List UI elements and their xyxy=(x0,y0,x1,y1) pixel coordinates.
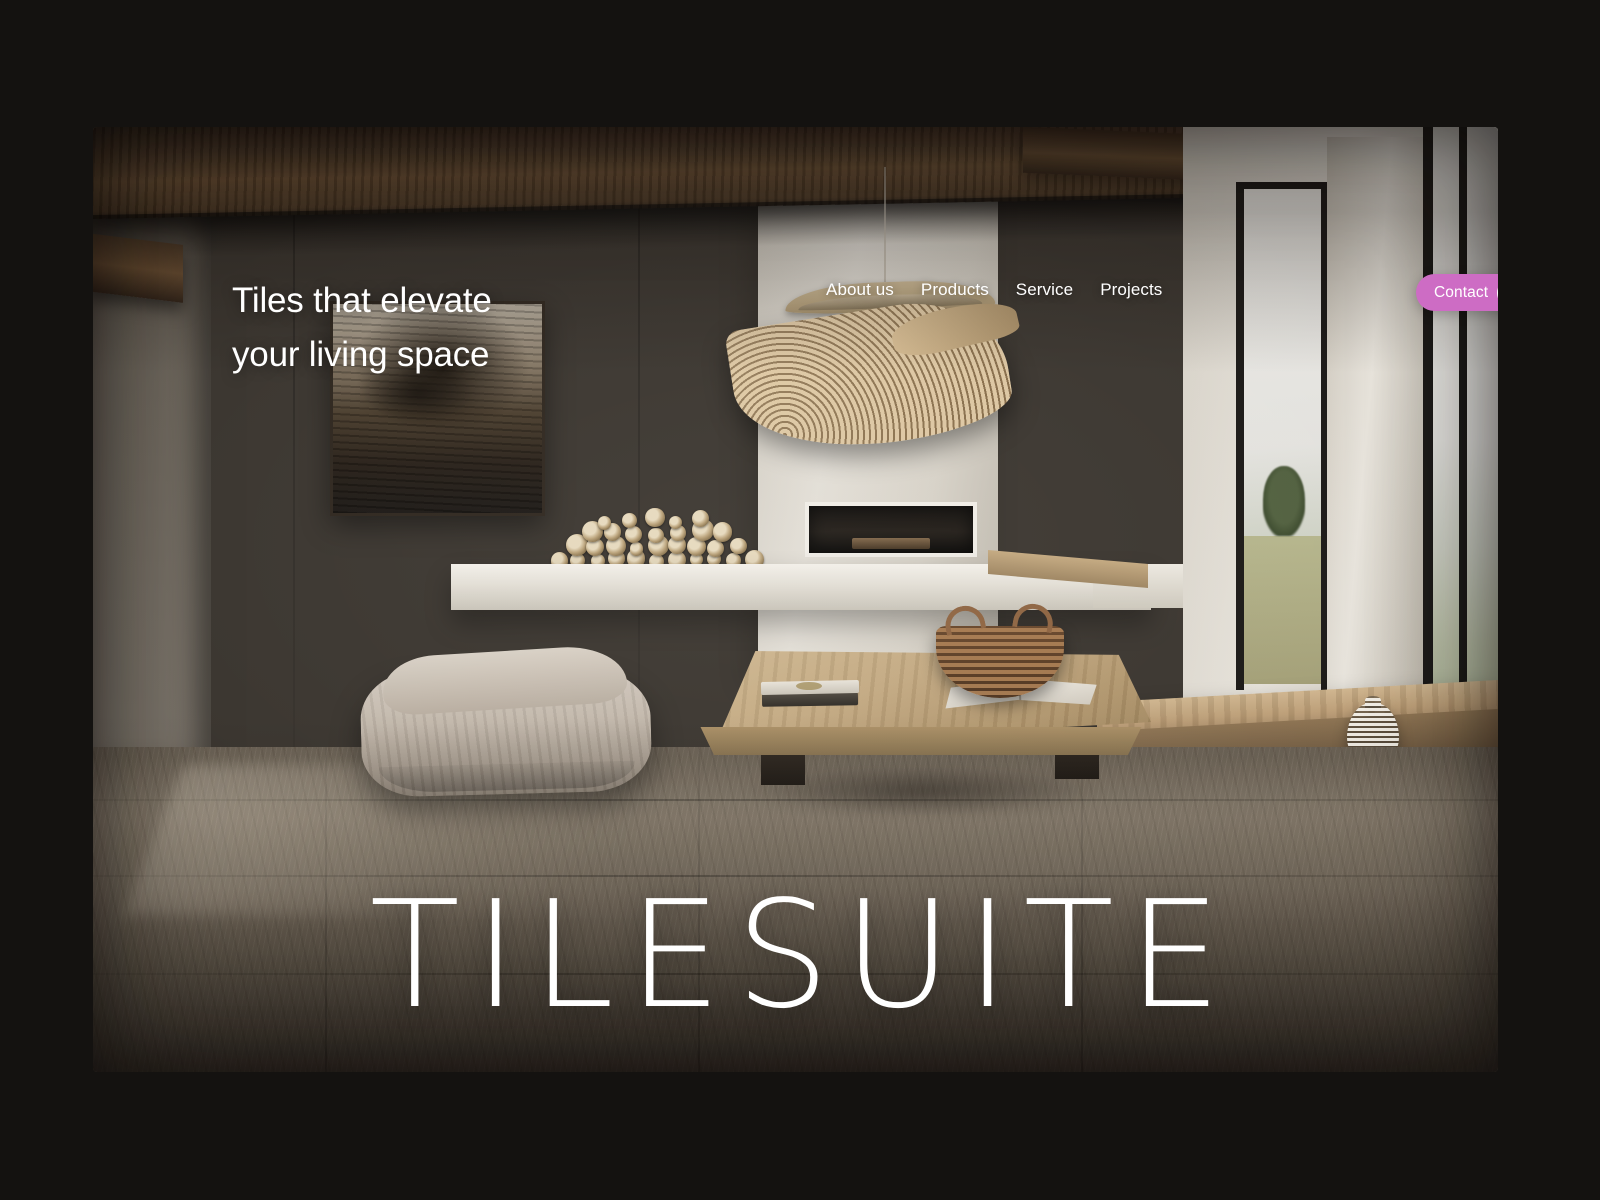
ceiling-beam-left xyxy=(93,233,183,303)
page-title: Tiles that elevate your living space xyxy=(232,281,492,374)
window-mullion xyxy=(1236,182,1244,690)
pendant-lamp-cord xyxy=(884,167,886,282)
contact-button-label: Contact xyxy=(1434,283,1489,301)
window-glass-far-right xyxy=(1467,127,1498,727)
coffee-table-edge xyxy=(700,727,1142,755)
main-navigation: About us Products Service Projects xyxy=(826,280,1162,300)
page-root: Tiles that elevate your living space Abo… xyxy=(0,0,1600,1200)
window-pillar xyxy=(1327,137,1423,697)
arrow-up-right-icon xyxy=(1497,277,1498,308)
nav-item-about-us[interactable]: About us xyxy=(826,280,894,300)
nav-item-service[interactable]: Service xyxy=(1016,280,1073,300)
window-mullion xyxy=(1423,127,1433,727)
window-mullion xyxy=(1459,127,1467,727)
book-stack xyxy=(760,679,860,707)
window-glass-left xyxy=(1243,189,1321,684)
window-view-tree xyxy=(1263,465,1306,536)
brand-wordmark: TILESUITE xyxy=(369,869,1236,1042)
window-header xyxy=(1236,182,1328,189)
fireplace-opening xyxy=(805,502,977,557)
hero-section: Tiles that elevate your living space Abo… xyxy=(93,127,1498,1072)
floor-cushion xyxy=(359,665,653,798)
contact-button[interactable]: Contact xyxy=(1416,274,1498,311)
nav-item-products[interactable]: Products xyxy=(921,280,989,300)
window-view-field xyxy=(1243,535,1321,684)
firewood-stack xyxy=(548,507,764,570)
nav-item-projects[interactable]: Projects xyxy=(1100,280,1162,300)
window-glass-right xyxy=(1433,127,1459,727)
